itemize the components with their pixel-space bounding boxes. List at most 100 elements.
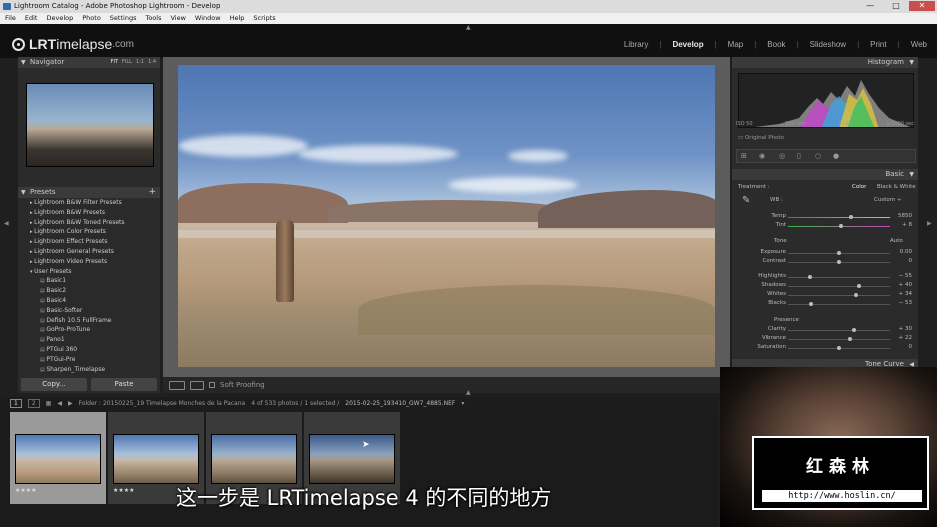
whites-slider[interactable]: Whites + 34 [732,291,918,300]
slider-knob[interactable] [809,302,814,306]
preset-folder[interactable]: Lightroom B&W Toned Presets [18,219,160,229]
preset-item[interactable]: PTGui-Pre [18,356,160,366]
close-button[interactable]: ✕ [909,1,935,11]
loupe-view-icon[interactable] [169,380,185,390]
menu-scripts[interactable]: Scripts [253,14,275,24]
module-library[interactable]: Library [624,40,648,49]
menu-develop[interactable]: Develop [46,14,73,24]
module-book[interactable]: Book [767,40,785,49]
basic-header[interactable]: Basic ▼ [732,169,918,180]
menu-tools[interactable]: Tools [145,14,161,24]
presets-header[interactable]: ▼ Presets + [18,187,160,198]
copy-button[interactable]: Copy... [21,378,87,391]
auto-tone-button[interactable]: Auto [890,238,903,244]
before-after-icon[interactable] [190,380,204,390]
preset-item[interactable]: Pano1 [18,336,160,346]
slider-knob[interactable] [849,215,854,219]
module-develop[interactable]: Develop [672,40,703,49]
folder-path[interactable]: Folder : 20150225_19 Timelapse Monches d… [79,400,246,407]
navigator-preview[interactable] [26,83,154,167]
histogram[interactable] [738,73,914,128]
filename-dropdown-icon[interactable]: ▾ [461,400,464,407]
zoom-fill[interactable]: FILL [122,59,132,65]
main-photo[interactable] [178,65,715,367]
slider-knob[interactable] [854,293,859,297]
module-map[interactable]: Map [728,40,744,49]
maximize-button[interactable]: □ [883,1,909,11]
zoom-1-1[interactable]: 1:1 [136,59,144,65]
menu-window[interactable]: Window [195,14,221,24]
slider-knob[interactable] [852,328,857,332]
left-panel-toggle-icon[interactable]: ◀ [4,220,9,227]
preset-item[interactable]: GoPro-ProTune [18,326,160,336]
preset-item[interactable]: Basic1 [18,277,160,287]
saturation-slider[interactable]: Saturation 0 [732,344,918,353]
red-eye-icon[interactable]: ◎ [779,152,785,160]
zoom-fit[interactable]: FIT [111,59,118,65]
main-window-button[interactable]: 1 [10,399,22,408]
adjustment-brush-icon[interactable]: ● [833,152,839,160]
paste-button[interactable]: Paste [91,378,157,391]
bottom-panel-toggle-icon[interactable]: ▲ [466,389,471,396]
histogram-header[interactable]: Histogram ▼ [732,57,918,68]
spot-removal-icon[interactable]: ◉ [759,152,765,160]
menu-edit[interactable]: Edit [25,14,38,24]
menu-photo[interactable]: Photo [82,14,101,24]
treatment-bw[interactable]: Black & White [877,184,916,190]
slider-knob[interactable] [837,251,841,255]
preset-folder-user[interactable]: User Presets [18,268,160,278]
slider-knob[interactable] [848,337,853,341]
slider-knob[interactable] [837,260,841,264]
selected-filename[interactable]: 2015-02-25_193410_GW7_4885.NEF [345,400,455,407]
navigator-header[interactable]: ▼ Navigator FIT FILL 1:1 1:4 [18,57,160,68]
minimize-button[interactable]: — [857,1,883,11]
crop-tool-icon[interactable]: ⊞ [741,152,747,160]
right-panel-toggle-icon[interactable]: ▶ [927,220,932,227]
preset-item[interactable]: Basic2 [18,287,160,297]
clarity-slider[interactable]: Clarity + 30 [732,326,918,335]
add-preset-icon[interactable]: + [148,187,156,197]
second-window-button[interactable]: 2 [27,399,40,408]
menu-help[interactable]: Help [230,14,245,24]
menu-file[interactable]: File [5,14,16,24]
slider-knob[interactable] [839,224,844,228]
tint-slider[interactable]: Tint + 8 [732,222,918,231]
preset-folder[interactable]: Lightroom B&W Presets [18,209,160,219]
preset-folder[interactable]: Lightroom B&W Filter Presets [18,199,160,209]
preset-item[interactable]: Basic4 [18,297,160,307]
module-web[interactable]: Web [911,40,927,49]
zoom-1-4[interactable]: 1:4 [148,59,156,65]
preset-item[interactable]: Basic-Softer [18,307,160,317]
vibrance-slider[interactable]: Vibrance + 22 [732,335,918,344]
preset-item[interactable]: Defish 10.5 FullFrame [18,317,160,327]
radial-filter-icon[interactable]: ○ [815,152,821,160]
exposure-slider[interactable]: Exposure 0.00 [732,249,918,258]
blacks-slider[interactable]: Blacks − 53 [732,300,918,309]
slider-knob[interactable] [857,284,862,288]
forward-arrow-icon[interactable]: ▶ [68,400,73,407]
grid-view-icon[interactable]: ▦ [46,400,52,407]
module-print[interactable]: Print [870,40,886,49]
highlights-slider[interactable]: Highlights − 55 [732,273,918,282]
back-arrow-icon[interactable]: ◀ [57,400,62,407]
temp-slider[interactable]: Temp 5850 [732,213,918,222]
preset-item[interactable]: Sharpen_Timelapse [18,366,160,375]
preset-folder[interactable]: Lightroom Video Presets [18,258,160,268]
shadows-slider[interactable]: Shadows + 40 [732,282,918,291]
top-panel-toggle-icon[interactable]: ▲ [466,24,471,31]
preset-folder[interactable]: Lightroom Effect Presets [18,238,160,248]
contrast-slider[interactable]: Contrast 0 [732,258,918,267]
slider-knob[interactable] [837,346,841,350]
soft-proofing-checkbox[interactable] [209,382,215,388]
wb-select[interactable]: Custom ÷ [874,197,901,203]
menu-settings[interactable]: Settings [110,14,137,24]
module-slideshow[interactable]: Slideshow [810,40,846,49]
preset-folder[interactable]: Lightroom General Presets [18,248,160,258]
wb-eyedropper-icon[interactable]: ✎ [742,195,750,206]
graduated-filter-icon[interactable]: ▯ [797,152,801,160]
treatment-color[interactable]: Color [852,184,866,190]
preset-item[interactable]: PTGui 360 [18,346,160,356]
filmstrip-thumb[interactable]: ★★★★ [10,412,106,504]
preset-folder[interactable]: Lightroom Color Presets [18,228,160,238]
slider-knob[interactable] [808,275,813,279]
